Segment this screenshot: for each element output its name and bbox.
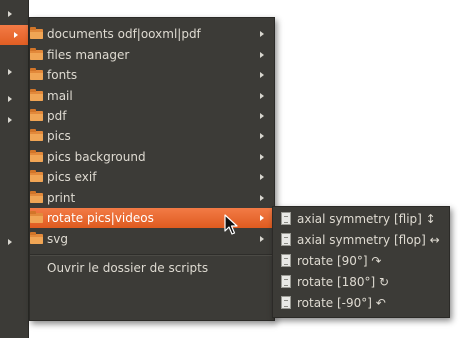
menu-item-label: rotate pics|videos — [47, 211, 154, 225]
submenu-item-rotate-90[interactable]: rotate [90°] ↷ — [273, 251, 449, 271]
menu-item-pics-background[interactable]: pics background — [30, 147, 274, 167]
folder-icon — [30, 232, 43, 244]
document-icon — [281, 212, 291, 225]
menu-item-label: pics — [47, 129, 71, 143]
folder-icon — [30, 211, 43, 223]
menu-item-documents[interactable]: documents odf|ooxml|pdf — [30, 24, 274, 44]
submenu-item-flop[interactable]: axial symmetry [flop] ↔ — [273, 230, 449, 250]
submenu-arrow-icon — [260, 154, 264, 160]
open-scripts-folder-item[interactable]: Ouvrir le dossier de scripts — [47, 258, 208, 278]
menu-item-label: pics exif — [47, 170, 97, 184]
submenu-item-label: rotate [90°] ↷ — [297, 254, 382, 268]
menu-item-label: print — [47, 191, 76, 205]
folder-icon — [30, 170, 43, 182]
menu-item-fonts[interactable]: fonts — [30, 65, 274, 85]
document-icon — [281, 233, 291, 246]
submenu-arrow-icon — [260, 72, 264, 78]
submenu-arrow-icon[interactable] — [8, 239, 12, 245]
folder-icon — [30, 27, 43, 39]
submenu-arrow-icon — [260, 52, 264, 58]
submenu-item-label: rotate [180°] ↻ — [297, 275, 390, 289]
menu-item-print[interactable]: print — [30, 188, 274, 208]
menu-item-pdf[interactable]: pdf — [30, 106, 274, 126]
folder-icon — [30, 109, 43, 121]
menu-item-label: pdf — [47, 109, 67, 123]
menu-item-pics-exif[interactable]: pics exif — [30, 167, 274, 187]
menu-item-files-manager[interactable]: files manager — [30, 45, 274, 65]
submenu-arrow-icon — [260, 113, 264, 119]
folder-icon — [30, 48, 43, 60]
menu-separator — [30, 254, 274, 256]
submenu-arrow-icon[interactable] — [8, 96, 12, 102]
submenu-item-rotate-minus-90[interactable]: rotate [-90°] ↶ — [273, 293, 449, 313]
document-icon — [281, 254, 291, 267]
submenu-item-label: axial symmetry [flop] ↔ — [297, 233, 440, 247]
menu-item-mail[interactable]: mail — [30, 86, 274, 106]
submenu-arrow-icon — [260, 133, 264, 139]
menu-item-label: svg — [47, 232, 68, 246]
folder-icon — [30, 89, 43, 101]
submenu-item-label: axial symmetry [flip] ↕ — [297, 212, 436, 226]
menu-item-label: pics background — [47, 150, 146, 164]
folder-icon — [30, 191, 43, 203]
submenu-arrow-icon[interactable] — [8, 117, 12, 123]
menu-item-label: mail — [47, 89, 73, 103]
submenu-arrow-icon[interactable] — [8, 69, 12, 75]
submenu-arrow-icon — [260, 174, 264, 180]
folder-icon — [30, 68, 43, 80]
parent-menu — [0, 0, 29, 338]
submenu-arrow-icon — [260, 195, 264, 201]
submenu-arrow-icon[interactable] — [8, 11, 12, 17]
submenu-item-label: rotate [-90°] ↶ — [297, 296, 386, 310]
submenu-arrow-icon — [260, 31, 264, 37]
folder-icon — [30, 129, 43, 141]
parent-menu-item-scripts[interactable] — [0, 25, 28, 45]
submenu-arrow-icon — [260, 236, 264, 242]
mouse-pointer-icon — [224, 214, 238, 235]
menu-item-pics[interactable]: pics — [30, 126, 274, 146]
submenu-item-flip[interactable]: axial symmetry [flip] ↕ — [273, 209, 449, 229]
submenu-arrow-icon — [260, 93, 264, 99]
scripts-menu: documents odf|ooxml|pdf files manager fo… — [29, 17, 275, 321]
menu-item-label: documents odf|ooxml|pdf — [47, 27, 201, 41]
menu-item-label: fonts — [47, 68, 78, 82]
rotate-submenu: axial symmetry [flip] ↕ axial symmetry [… — [272, 206, 450, 318]
submenu-arrow-icon — [260, 215, 264, 221]
menu-item-label: files manager — [47, 48, 130, 62]
document-icon — [281, 296, 291, 309]
submenu-arrow-icon — [14, 32, 18, 38]
desktop-screen: documents odf|ooxml|pdf files manager fo… — [0, 0, 474, 338]
folder-icon — [30, 150, 43, 162]
submenu-item-rotate-180[interactable]: rotate [180°] ↻ — [273, 272, 449, 292]
document-icon — [281, 275, 291, 288]
